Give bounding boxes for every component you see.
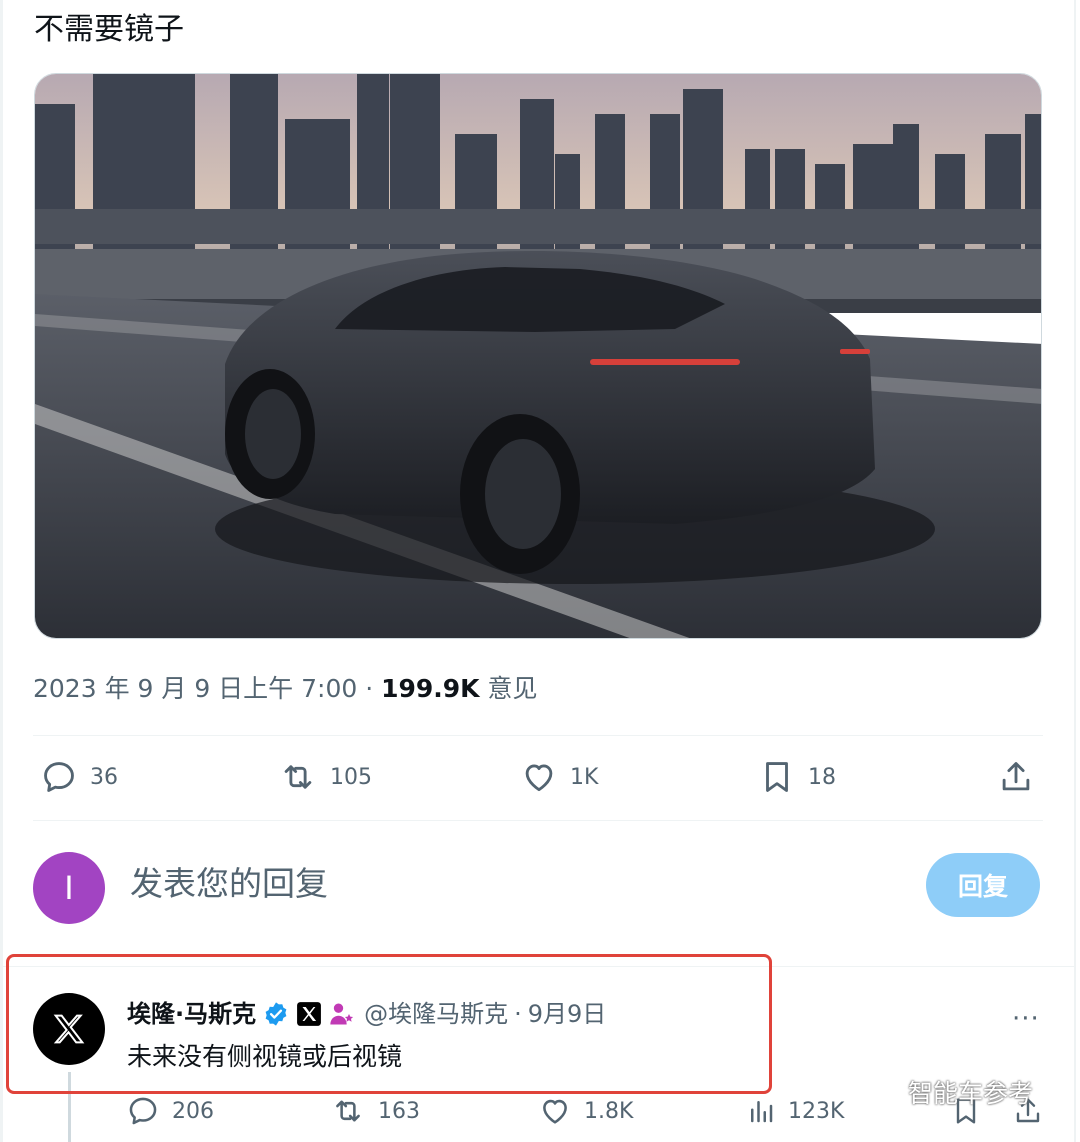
- retweet-icon: [284, 765, 312, 789]
- bookmark-count: 18: [808, 764, 836, 790]
- tweet-timestamp[interactable]: 2023 年 9 月 9 日上午 7:00: [33, 674, 357, 703]
- retweet-icon: [336, 1100, 360, 1122]
- divider: [33, 820, 1043, 821]
- divider: [33, 735, 1043, 736]
- right-border: [1074, 0, 1076, 1142]
- reply-input[interactable]: 发表您的回复: [130, 862, 328, 906]
- bookmark-button[interactable]: 18: [758, 758, 836, 796]
- wechat-icon: [861, 1077, 900, 1106]
- reply-submit-button[interactable]: 回复: [926, 853, 1040, 917]
- more-icon[interactable]: ···: [1012, 1004, 1040, 1034]
- reply-retweet-count: 163: [378, 1098, 420, 1124]
- views-icon: [751, 1101, 773, 1123]
- reply-reply-count: 206: [172, 1098, 214, 1124]
- reply-button[interactable]: 36: [40, 758, 118, 796]
- like-button[interactable]: 1K: [520, 758, 598, 796]
- highlight-box: [6, 954, 772, 1094]
- reply-count: 36: [90, 764, 118, 790]
- watermark-text: 智能车参考: [908, 1079, 1034, 1108]
- left-border: [0, 0, 3, 1142]
- share-icon: [1002, 762, 1030, 791]
- tweet-photo[interactable]: [34, 73, 1042, 639]
- meta-separator: ·: [357, 674, 382, 703]
- retweet-button[interactable]: 105: [278, 758, 372, 796]
- reply-icon: [129, 1097, 157, 1125]
- user-avatar[interactable]: I: [33, 852, 105, 924]
- reply-like-button[interactable]: 1.8K: [538, 1094, 633, 1128]
- reply-views-count: 123K: [788, 1098, 845, 1124]
- views-count: 199.9K: [381, 674, 480, 703]
- retweet-count: 105: [330, 764, 372, 790]
- share-button[interactable]: [997, 758, 1035, 796]
- reply-reply-button[interactable]: 206: [126, 1094, 214, 1128]
- bookmark-icon: [766, 762, 788, 792]
- reply-icon: [44, 762, 74, 792]
- tweet-meta: 2023 年 9 月 9 日上午 7:00 · 199.9K 意见: [33, 672, 538, 706]
- watermark: 智能车参考: [860, 1074, 1033, 1110]
- like-count: 1K: [570, 764, 599, 790]
- views-label: 意见: [479, 674, 538, 703]
- reply-like-count: 1.8K: [584, 1098, 634, 1124]
- like-icon: [543, 1099, 567, 1124]
- like-icon: [525, 764, 553, 792]
- tweet-text: 不需要镜子: [34, 12, 184, 47]
- reply-retweet-button[interactable]: 163: [330, 1094, 420, 1128]
- reply-views-button[interactable]: 123K: [746, 1094, 844, 1128]
